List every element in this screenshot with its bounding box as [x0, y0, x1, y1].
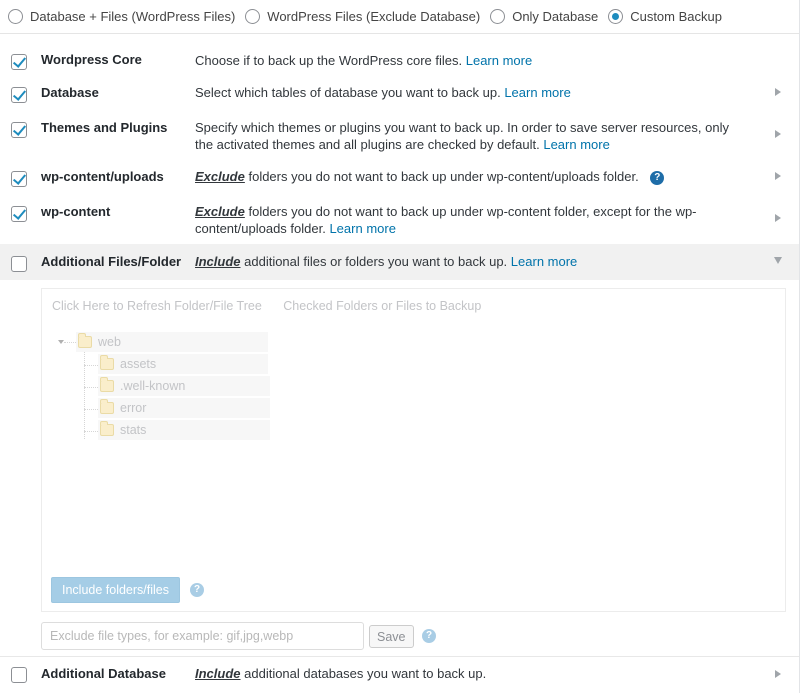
- tree-expand-icon[interactable]: [58, 340, 64, 344]
- row-themes-plugins: Themes and Plugins Specify which themes …: [0, 114, 799, 164]
- tree-connector: [84, 431, 98, 432]
- help-icon[interactable]: ?: [190, 583, 204, 597]
- description-text: Choose if to back up the WordPress core …: [195, 53, 463, 68]
- radio-label: Database + Files (WordPress Files): [30, 9, 236, 24]
- row-description: Choose if to back up the WordPress core …: [195, 52, 755, 69]
- custom-backup-settings: Database + Files (WordPress Files) WordP…: [0, 0, 800, 693]
- row-additional-database: Additional Database Include additional d…: [0, 657, 799, 693]
- checkbox-additional-files[interactable]: [11, 256, 27, 272]
- learn-more-link[interactable]: Learn more: [504, 85, 570, 100]
- include-emphasis: Include: [195, 254, 241, 269]
- radio-label: Only Database: [512, 9, 599, 24]
- save-button[interactable]: Save: [369, 625, 414, 648]
- radio-database-files[interactable]: Database + Files (WordPress Files): [8, 9, 235, 24]
- description-text: Select which tables of database you want…: [195, 85, 501, 100]
- tree-connector: [84, 409, 98, 410]
- expand-arrow-icon[interactable]: [775, 670, 781, 678]
- include-emphasis: Include: [195, 666, 241, 681]
- description-text: additional databases you want to back up…: [240, 666, 487, 681]
- row-description: Specify which themes or plugins you want…: [195, 119, 745, 153]
- checkbox-additional-database[interactable]: [11, 667, 27, 683]
- learn-more-link[interactable]: Learn more: [511, 254, 577, 269]
- row-description: Exclude folders you do not want to back …: [195, 203, 715, 237]
- tree-node-label: .well-known: [120, 379, 186, 393]
- row-title: wp-content: [41, 204, 111, 219]
- row-database: Database Select which tables of database…: [0, 79, 799, 114]
- description-text: additional files or folders you want to …: [240, 254, 508, 269]
- tree-node-label: web: [98, 335, 121, 349]
- expand-arrow-icon[interactable]: [775, 88, 781, 96]
- expand-arrow-icon[interactable]: [775, 214, 781, 222]
- backup-type-radio-group: Database + Files (WordPress Files) WordP…: [0, 0, 799, 34]
- panel-header: Click Here to Refresh Folder/File Tree C…: [52, 299, 499, 313]
- row-title: wp-content/uploads: [41, 169, 164, 184]
- checkbox-wp-content[interactable]: [11, 206, 27, 222]
- radio-label: Custom Backup: [630, 9, 722, 24]
- radio-custom-backup[interactable]: Custom Backup: [608, 9, 722, 24]
- folder-icon: [100, 399, 114, 414]
- radio-button[interactable]: [490, 9, 506, 24]
- learn-more-link[interactable]: Learn more: [466, 53, 532, 68]
- folder-icon: [78, 333, 92, 348]
- row-wp-content: wp-content Exclude folders you do not wa…: [0, 199, 799, 244]
- radio-button-selected[interactable]: [608, 9, 624, 24]
- description-text: folders you do not want to back up under…: [195, 204, 697, 236]
- exclude-emphasis: Exclude: [195, 169, 245, 184]
- folder-icon: [100, 355, 114, 370]
- checkbox-database[interactable]: [11, 87, 27, 103]
- row-description: Include additional databases you want to…: [195, 665, 755, 682]
- tree-node-label: error: [120, 401, 147, 415]
- tree-node[interactable]: error: [98, 398, 270, 418]
- exclude-emphasis: Exclude: [195, 204, 245, 219]
- row-title: Database: [41, 85, 99, 100]
- radio-button[interactable]: [8, 9, 23, 24]
- tree-node-root[interactable]: web: [76, 332, 268, 352]
- row-additional-files: Additional Files/Folder Include addition…: [0, 244, 799, 280]
- expand-arrow-icon[interactable]: [775, 172, 781, 180]
- row-description: Select which tables of database you want…: [195, 84, 755, 101]
- help-icon[interactable]: ?: [650, 170, 665, 185]
- tree-node[interactable]: assets: [98, 354, 268, 374]
- checkbox-wp-content-uploads[interactable]: [11, 171, 27, 187]
- row-description: Include additional files or folders you …: [195, 253, 755, 270]
- refresh-tree-link[interactable]: Click Here to Refresh Folder/File Tree: [52, 299, 262, 313]
- row-title: Themes and Plugins: [41, 120, 168, 135]
- checked-items-tab[interactable]: Checked Folders or Files to Backup: [283, 299, 481, 313]
- folder-icon: [100, 421, 114, 436]
- tree-node[interactable]: .well-known: [98, 376, 270, 396]
- radio-only-database[interactable]: Only Database: [490, 9, 598, 24]
- learn-more-link[interactable]: Learn more: [543, 137, 609, 152]
- folder-tree-panel: Click Here to Refresh Folder/File Tree C…: [41, 288, 786, 612]
- expand-arrow-icon[interactable]: [775, 130, 781, 138]
- row-title: Additional Files/Folder: [41, 254, 182, 269]
- tree-node-label: stats: [120, 423, 147, 437]
- help-icon[interactable]: ?: [422, 629, 436, 643]
- row-description: Exclude folders you do not want to back …: [195, 168, 755, 185]
- checkbox-themes-plugins[interactable]: [11, 122, 27, 138]
- exclude-file-types-input[interactable]: [41, 622, 364, 650]
- tree-node-label: assets: [120, 357, 157, 371]
- description-text: folders you do not want to back up under…: [244, 169, 639, 184]
- tree-connector: [84, 387, 98, 388]
- description-text: Specify which themes or plugins you want…: [195, 120, 729, 152]
- learn-more-link[interactable]: Learn more: [329, 221, 395, 236]
- tree-node[interactable]: stats: [98, 420, 270, 440]
- row-title: Wordpress Core: [41, 52, 142, 67]
- folder-icon: [100, 377, 114, 392]
- tree-connector: [84, 365, 98, 366]
- row-wp-content-uploads: wp-content/uploads Exclude folders you d…: [0, 164, 799, 199]
- radio-wordpress-files[interactable]: WordPress Files (Exclude Database): [245, 9, 480, 24]
- checkbox-wordpress-core[interactable]: [11, 54, 27, 70]
- collapse-arrow-icon[interactable]: [774, 257, 782, 264]
- row-title: Additional Database: [41, 666, 166, 681]
- row-wordpress-core: Wordpress Core Choose if to back up the …: [0, 34, 799, 79]
- tree-connector: [84, 350, 85, 439]
- radio-label: WordPress Files (Exclude Database): [267, 9, 481, 24]
- radio-button[interactable]: [245, 9, 261, 24]
- include-folders-button[interactable]: Include folders/files: [51, 577, 181, 603]
